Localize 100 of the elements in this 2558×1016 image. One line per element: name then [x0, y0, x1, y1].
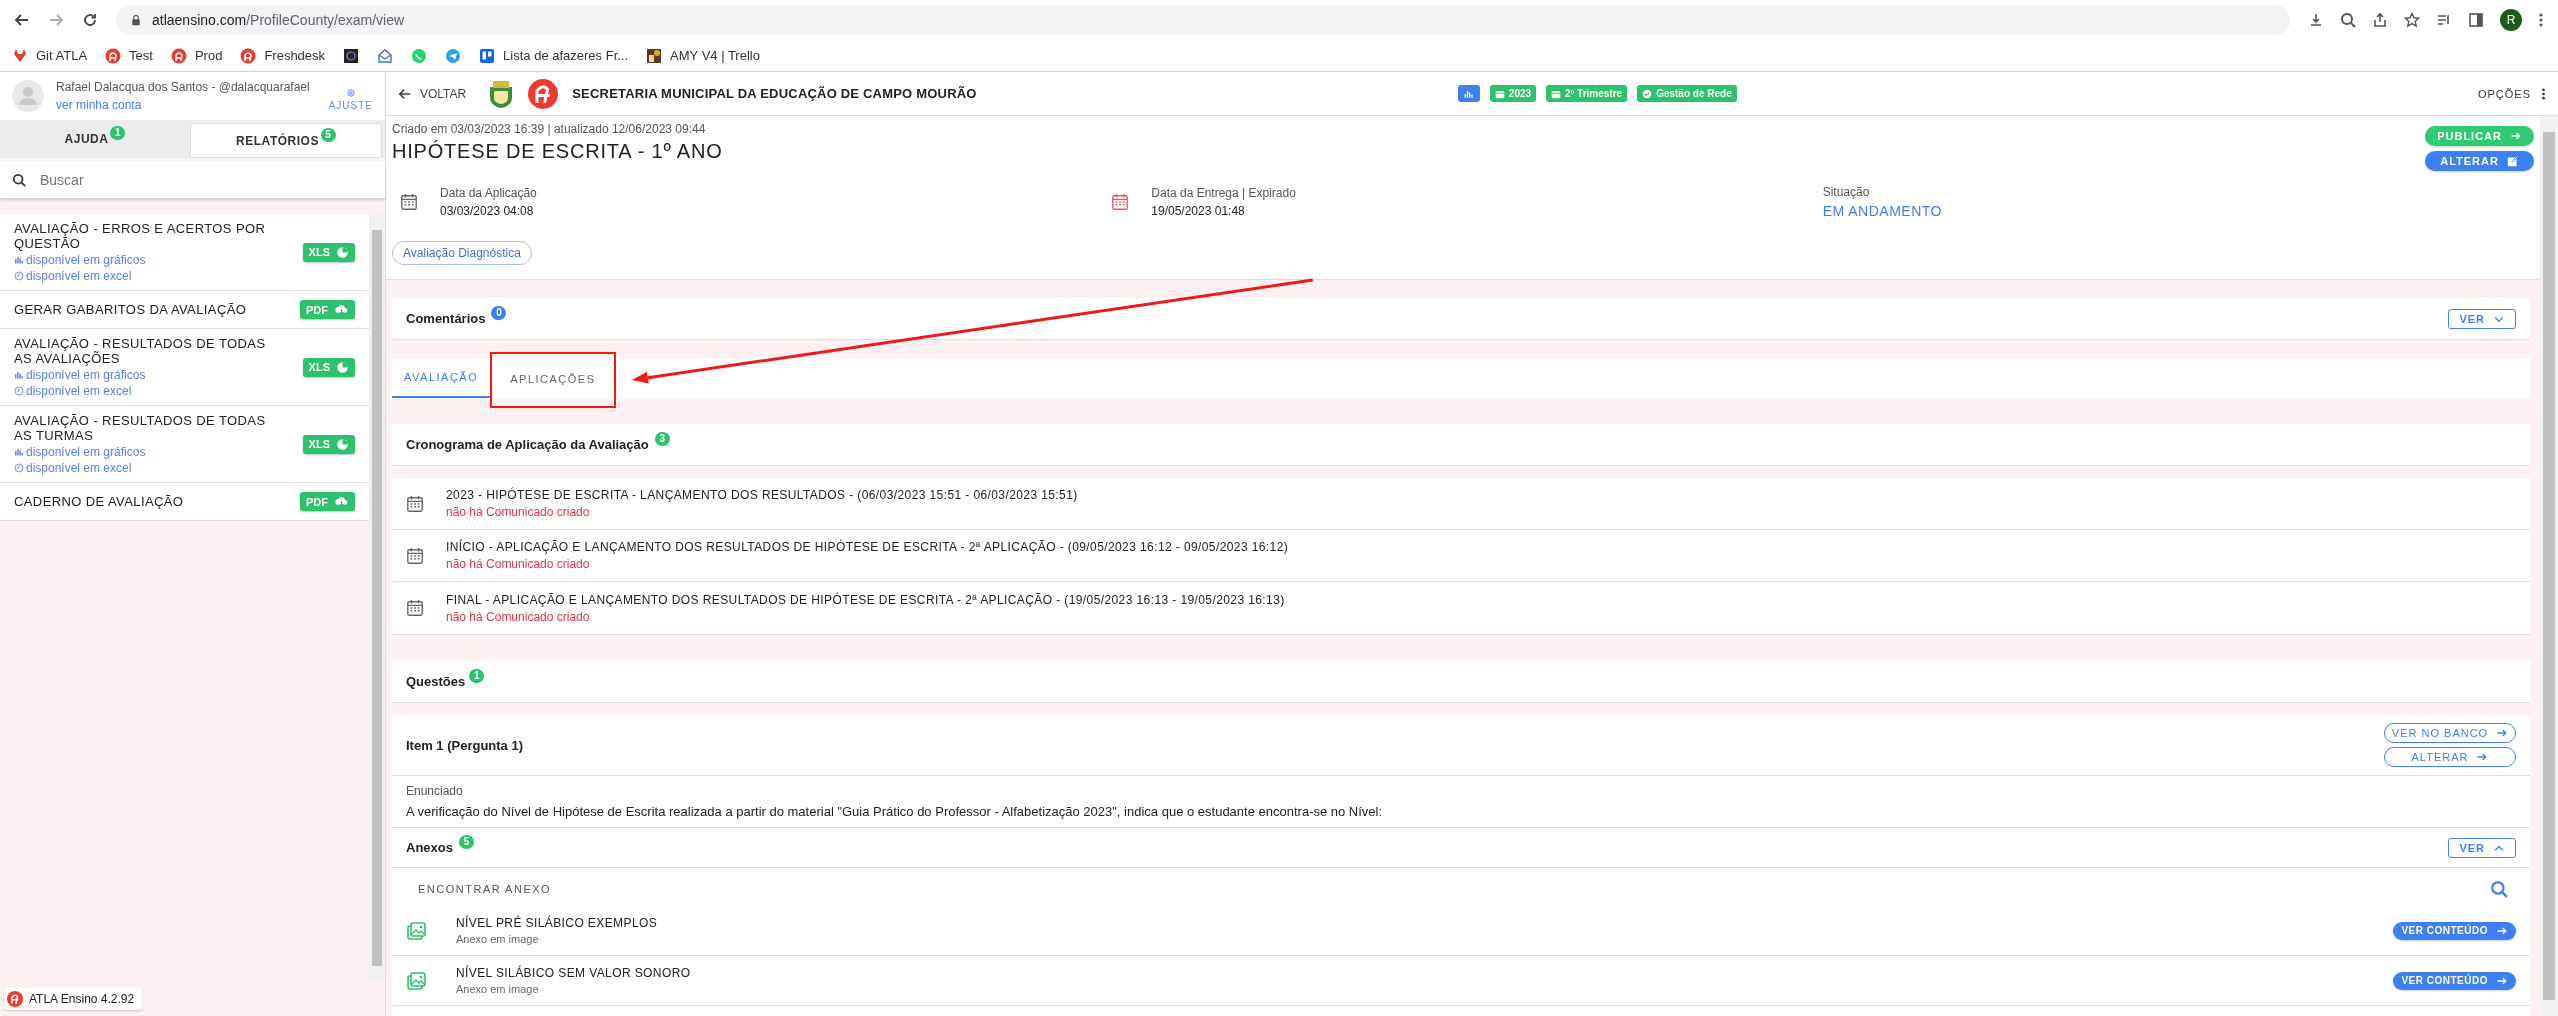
address-field[interactable]: atlaensino.com/ProfileCounty/exam/view	[116, 5, 2290, 35]
report-link[interactable]: disponível em gráficos	[14, 368, 295, 382]
settings-button[interactable]: AJUSTE	[328, 81, 373, 111]
calendar-icon	[406, 599, 424, 617]
bookmark[interactable]: Prod	[170, 47, 223, 64]
view-content-button[interactable]: VER CONTEÚDO	[2393, 921, 2516, 940]
zoom-icon[interactable]	[2340, 12, 2356, 28]
report-link[interactable]: disponível em excel	[14, 269, 295, 283]
options-menu[interactable]: OPÇÕES	[2477, 86, 2546, 101]
playlist-icon[interactable]	[2436, 12, 2452, 28]
toggle-button[interactable]: VER	[2448, 308, 2516, 329]
filter-tag: 2º Trimestre	[1546, 85, 1628, 102]
bookmark[interactable]: Test	[105, 47, 153, 64]
check-icon	[1642, 88, 1653, 99]
arrow-right-icon	[2510, 130, 2522, 142]
attachment-type: Anexo em image	[456, 983, 540, 995]
schedule-note: não há Comunicado criado	[446, 505, 591, 519]
count-badge: 5	[320, 127, 336, 142]
search-label: ENCONTRAR ANEXO	[418, 883, 552, 895]
site-icon	[12, 47, 28, 64]
avatar	[12, 80, 44, 112]
report-title: AVALIAÇÃO - RESULTADOS DE TODAS AS TURMAS	[14, 413, 267, 443]
download-button[interactable]: XLS	[302, 434, 355, 454]
kebab-icon	[2541, 86, 2546, 101]
field-value: 03/03/2023 04:08	[440, 204, 535, 218]
count-badge: 5	[458, 834, 474, 849]
lock-icon	[130, 14, 142, 26]
count-badge: 1	[110, 126, 126, 140]
account-link[interactable]: ver minha conta	[56, 98, 317, 112]
download-button[interactable]: PDF	[300, 300, 355, 319]
count-badge: 0	[491, 305, 507, 320]
image-icon	[406, 921, 426, 940]
gear-icon	[345, 87, 356, 98]
bar-chart-icon	[14, 255, 24, 265]
timestamp: Criado em 03/03/2023 16:39 | atualizado 12/06/2023 09:44	[392, 122, 707, 136]
report-title: CADERNO DE AVALIAÇÃO	[14, 494, 185, 509]
calendar-icon	[406, 546, 424, 565]
schedule-title: 2023 - HIPÓTESE DE ESCRITA - LANÇAMENTO DOS RESULTADOS - (06/03/2023 15:51 - 06/03/2023 15:51)	[446, 488, 1078, 502]
arrow-right-icon	[2496, 727, 2509, 739]
bookmark-icon[interactable]	[343, 47, 360, 64]
attachment-title: NÍVEL PRÉ SILÁBICO EXEMPLOS	[456, 916, 659, 930]
share-icon[interactable]	[2372, 12, 2388, 28]
arrow-right-icon	[2476, 751, 2489, 763]
url-text: atlaensino.com/ProfileCounty/exam/view	[152, 12, 405, 28]
reload-icon	[82, 12, 98, 28]
user-name: Rafael Dalacqua dos Santos - @dalacquarafael	[56, 80, 311, 94]
clock-icon	[14, 386, 24, 396]
report-link[interactable]: disponível em gráficos	[14, 445, 295, 459]
exam-title: HIPÓTESE DE ESCRITA - 1º ANO	[392, 140, 723, 163]
bookmark[interactable]: AMY V4 | Trello	[646, 47, 760, 64]
toggle-button[interactable]: VER	[2448, 837, 2516, 858]
site-icon	[170, 47, 187, 64]
star-icon[interactable]	[2404, 12, 2420, 28]
report-link[interactable]: disponível em excel	[14, 384, 295, 398]
filter-tag: 2023	[1489, 85, 1537, 102]
filter-tag: Gestão de Rede	[1637, 85, 1737, 102]
forward-icon	[48, 12, 64, 28]
field-value: 19/05/2023 01:48	[1151, 204, 1246, 218]
count-badge: 3	[654, 431, 670, 446]
bookmark[interactable]: Git ATLA	[12, 47, 88, 64]
panel-icon[interactable]	[2468, 12, 2484, 28]
publish-button[interactable]: PUBLICAR	[2425, 126, 2534, 146]
schedule-note: não há Comunicado criado	[446, 557, 591, 571]
count-badge: 1	[469, 668, 485, 683]
download-button[interactable]: XLS	[302, 357, 355, 377]
site-icon	[479, 47, 496, 64]
report-link[interactable]: disponível em gráficos	[14, 253, 295, 267]
logo-icon	[7, 991, 23, 1007]
search-icon	[2490, 880, 2508, 898]
view-in-bank-button[interactable]: VER NO BANCO	[2384, 723, 2516, 743]
image-icon	[406, 971, 426, 990]
download-button[interactable]: XLS	[302, 242, 355, 262]
field-label: Data da Entrega | Expirado	[1151, 186, 1296, 200]
cloud-download-icon	[334, 303, 349, 316]
tab[interactable]: AVALIAÇÃO	[392, 358, 491, 398]
scrollbar[interactable]	[369, 214, 385, 982]
tab[interactable]: APLICAÇÕES	[490, 352, 616, 408]
report-title: GERAR GABARITOS DA AVALIAÇÃO	[14, 302, 248, 317]
report-title: AVALIAÇÃO - RESULTADOS DE TODAS AS AVALIAÇÕES	[14, 336, 267, 366]
calendar-icon	[400, 193, 418, 211]
download-button[interactable]: PDF	[300, 492, 355, 511]
view-content-button[interactable]: VER CONTEÚDO	[2393, 971, 2516, 990]
back-link[interactable]: VOLTAR	[398, 86, 467, 101]
pie-chart-icon	[336, 360, 349, 374]
sidebar-tab[interactable]: AJUDA 1	[0, 120, 190, 158]
search-field[interactable]: Buscar	[0, 162, 385, 198]
profile-avatar[interactable]: R	[2500, 9, 2522, 31]
bookmark[interactable]: Freshdesk	[240, 47, 326, 64]
chart-button[interactable]	[1457, 85, 1480, 102]
back-arrow-icon	[398, 86, 412, 101]
calendar-icon	[1551, 88, 1562, 99]
edit-button[interactable]: ALTERAR	[2384, 747, 2516, 767]
bookmark[interactable]: Lista de afazeres Fr...	[479, 47, 629, 64]
sidebar-tab[interactable]: RELATÓRIOS 5	[190, 123, 382, 158]
report-link[interactable]: disponível em excel	[14, 461, 295, 475]
scrollbar[interactable]	[2540, 116, 2558, 1016]
download-icon[interactable]	[2308, 12, 2324, 28]
edit-button[interactable]: ALTERAR	[2425, 151, 2534, 171]
field-value: EM ANDAMENTO	[1822, 203, 1942, 219]
pie-chart-icon	[336, 437, 349, 451]
